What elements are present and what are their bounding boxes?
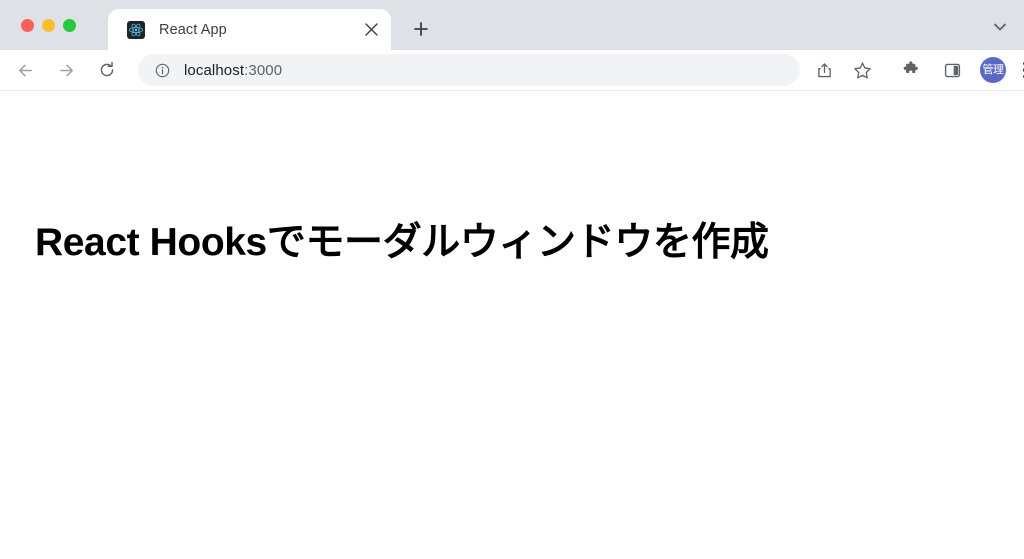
close-window-button[interactable]: [21, 19, 34, 32]
profile-avatar[interactable]: 管理: [980, 57, 1006, 83]
close-icon[interactable]: [359, 18, 383, 42]
browser-window: React App localhost:3000 管理 React Hooksで…: [0, 0, 1024, 559]
minimize-window-button[interactable]: [42, 19, 55, 32]
forward-button[interactable]: [52, 56, 80, 84]
arrow-left-icon: [18, 64, 32, 76]
url-suffix: :3000: [244, 61, 283, 79]
window-controls: [21, 19, 76, 32]
back-button[interactable]: [11, 56, 39, 84]
star-icon: [853, 61, 871, 78]
toolbar-actions: 管理: [802, 56, 1024, 84]
side-panel-icon: [944, 63, 960, 77]
reload-icon: [100, 61, 114, 77]
side-panel-button[interactable]: [938, 56, 966, 84]
url-host: localhost: [184, 61, 245, 79]
chevron-down-icon: [994, 23, 1006, 31]
reload-button[interactable]: [93, 56, 121, 84]
share-icon: [817, 62, 831, 77]
tab-strip: React App: [0, 0, 1024, 50]
bookmark-button[interactable]: [848, 56, 876, 84]
new-tab-button[interactable]: [407, 15, 435, 43]
extensions-button[interactable]: [897, 56, 925, 84]
profile-avatar-label: 管理: [982, 63, 1005, 76]
info-circle-icon[interactable]: [154, 62, 170, 78]
share-button[interactable]: [810, 56, 838, 84]
plus-icon: [414, 22, 428, 36]
zoom-window-button[interactable]: [63, 19, 76, 32]
react-logo-icon: [127, 20, 145, 39]
puzzle-icon: [903, 61, 918, 74]
page-title: React Hooksでモーダルウィンドウを作成: [35, 221, 769, 264]
browser-menu-button[interactable]: [1012, 56, 1024, 84]
page-content: React Hooksでモーダルウィンドウを作成: [0, 91, 1024, 559]
tab-title: React App: [159, 21, 227, 38]
address-bar-text: localhost:3000: [184, 62, 282, 79]
address-bar[interactable]: localhost:3000: [138, 54, 800, 86]
arrow-right-icon: [59, 64, 73, 76]
tabs-row: React App: [108, 0, 435, 50]
tab-react-app[interactable]: React App: [108, 9, 391, 50]
browser-toolbar: localhost:3000 管理: [0, 50, 1024, 91]
tab-search-button[interactable]: [986, 13, 1014, 41]
